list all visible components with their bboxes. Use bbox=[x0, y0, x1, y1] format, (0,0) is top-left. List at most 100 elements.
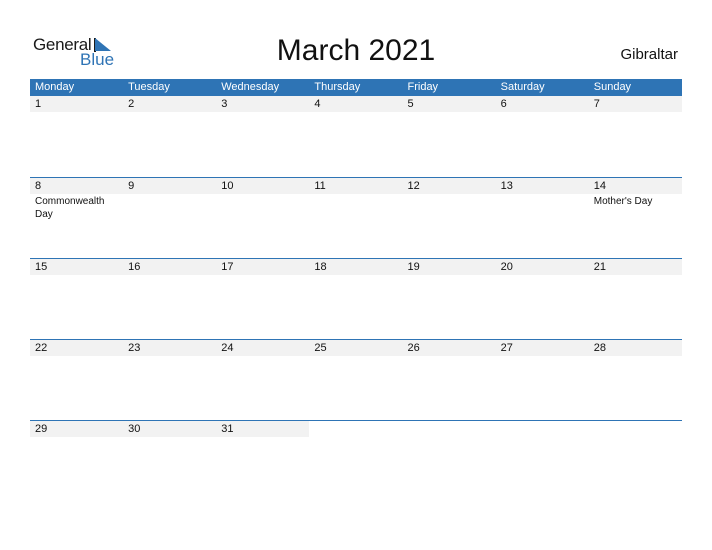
holiday-label bbox=[216, 275, 309, 276]
day-cell: 16 bbox=[123, 259, 217, 339]
day-cell: 30 bbox=[123, 421, 217, 501]
day-cell: 14 Mother's Day bbox=[588, 178, 682, 258]
holiday-label bbox=[216, 437, 309, 438]
day-number: 22 bbox=[30, 340, 124, 356]
day-number: 25 bbox=[309, 340, 403, 356]
holiday-label bbox=[123, 194, 216, 195]
holiday-label bbox=[216, 112, 309, 113]
week-row: 29 30 31 bbox=[30, 420, 682, 501]
holiday-label bbox=[123, 112, 216, 113]
day-cell: 25 bbox=[309, 340, 403, 420]
day-number: 15 bbox=[30, 259, 124, 275]
day-cell: 2 bbox=[123, 96, 217, 177]
day-number: 24 bbox=[216, 340, 310, 356]
holiday-label bbox=[30, 437, 123, 438]
day-cell: 1 bbox=[30, 96, 124, 177]
day-cell: 27 bbox=[495, 340, 589, 420]
day-cell: 6 bbox=[495, 96, 589, 177]
holiday-label bbox=[403, 356, 496, 357]
day-number: 23 bbox=[123, 340, 217, 356]
day-number: 28 bbox=[588, 340, 682, 356]
holiday-label bbox=[589, 112, 682, 113]
weekday-wednesday: Wednesday bbox=[221, 81, 280, 93]
holiday-label bbox=[496, 194, 589, 195]
day-number: 4 bbox=[309, 96, 403, 112]
day-cell: 26 bbox=[402, 340, 496, 420]
day-number: 7 bbox=[588, 96, 682, 112]
holiday-label bbox=[589, 356, 682, 357]
week-row: 1234567 bbox=[30, 96, 682, 177]
weekday-tuesday: Tuesday bbox=[128, 81, 170, 93]
holiday-label bbox=[496, 112, 589, 113]
day-cell: 19 bbox=[402, 259, 496, 339]
holiday-label bbox=[589, 275, 682, 276]
day-cell: 20 bbox=[495, 259, 589, 339]
day-cell: 18 bbox=[309, 259, 403, 339]
weekday-monday: Monday bbox=[35, 81, 75, 93]
country-label: Gibraltar bbox=[620, 46, 678, 63]
holiday-label bbox=[496, 356, 589, 357]
day-cell: 4 bbox=[309, 96, 403, 177]
day-cell: 10 bbox=[216, 178, 310, 258]
holiday-label bbox=[216, 356, 309, 357]
day-cell: 31 bbox=[216, 421, 310, 501]
day-number: 2 bbox=[123, 96, 217, 112]
holiday-label bbox=[403, 194, 496, 195]
day-number: 6 bbox=[495, 96, 589, 112]
calendar-grid: Monday Tuesday Wednesday Thursday Friday… bbox=[30, 79, 682, 501]
holiday-label bbox=[496, 275, 589, 276]
day-number: 26 bbox=[402, 340, 496, 356]
holiday-label bbox=[403, 112, 496, 113]
holiday-label: Commonwealth Day bbox=[35, 196, 105, 220]
week-row: 8 Commonwealth Day 9 10 11 12 13 14 Mother's Day bbox=[30, 177, 682, 258]
day-cell: 22 bbox=[30, 340, 124, 420]
day-number: 21 bbox=[588, 259, 682, 275]
day-cell: 21 bbox=[588, 259, 682, 339]
holiday-label bbox=[123, 356, 216, 357]
holiday-label bbox=[309, 194, 402, 195]
holiday-label bbox=[216, 194, 309, 195]
day-cell: 29 bbox=[30, 421, 124, 501]
day-number: 12 bbox=[402, 178, 496, 194]
holiday-label bbox=[30, 356, 123, 357]
holiday-label bbox=[309, 275, 402, 276]
week-row: 15 16 17 18 19 20 21 bbox=[30, 258, 682, 339]
day-number: 14 bbox=[588, 178, 682, 194]
weekday-header: Monday Tuesday Wednesday Thursday Friday… bbox=[30, 79, 682, 96]
day-number: 11 bbox=[309, 178, 403, 194]
day-cell: 11 bbox=[309, 178, 403, 258]
day-number: 10 bbox=[216, 178, 310, 194]
holiday-label bbox=[403, 275, 496, 276]
day-number: 30 bbox=[123, 421, 217, 437]
day-cell: 15 bbox=[30, 259, 124, 339]
day-number: 13 bbox=[495, 178, 589, 194]
day-cell: 28 bbox=[588, 340, 682, 420]
day-number: 3 bbox=[216, 96, 310, 112]
day-cell: 3 bbox=[216, 96, 310, 177]
weekday-thursday: Thursday bbox=[314, 81, 361, 93]
day-number: 19 bbox=[402, 259, 496, 275]
day-number: 16 bbox=[123, 259, 217, 275]
weekday-sunday: Sunday bbox=[593, 81, 632, 93]
day-number: 17 bbox=[216, 259, 310, 275]
holiday-label bbox=[309, 356, 402, 357]
day-number: 31 bbox=[216, 421, 310, 437]
day-number: 20 bbox=[495, 259, 589, 275]
day-number: 18 bbox=[309, 259, 403, 275]
day-cell: 7 bbox=[588, 96, 682, 177]
day-cell: 8 Commonwealth Day bbox=[30, 178, 124, 258]
calendar-title: March 2021 bbox=[276, 34, 436, 67]
day-number: 5 bbox=[402, 96, 496, 112]
holiday-label bbox=[30, 275, 123, 276]
day-number: 29 bbox=[30, 421, 124, 437]
day-number: 8 bbox=[30, 178, 124, 194]
day-number: 27 bbox=[495, 340, 589, 356]
day-number: 1 bbox=[30, 96, 124, 112]
day-cell: 17 bbox=[216, 259, 310, 339]
week-row: 22 23 24 25 26 27 28 bbox=[30, 339, 682, 420]
day-number: 9 bbox=[123, 178, 217, 194]
holiday-label bbox=[123, 275, 216, 276]
day-cell: 13 bbox=[495, 178, 589, 258]
day-cell: 23 bbox=[123, 340, 217, 420]
holiday-label bbox=[309, 112, 402, 113]
